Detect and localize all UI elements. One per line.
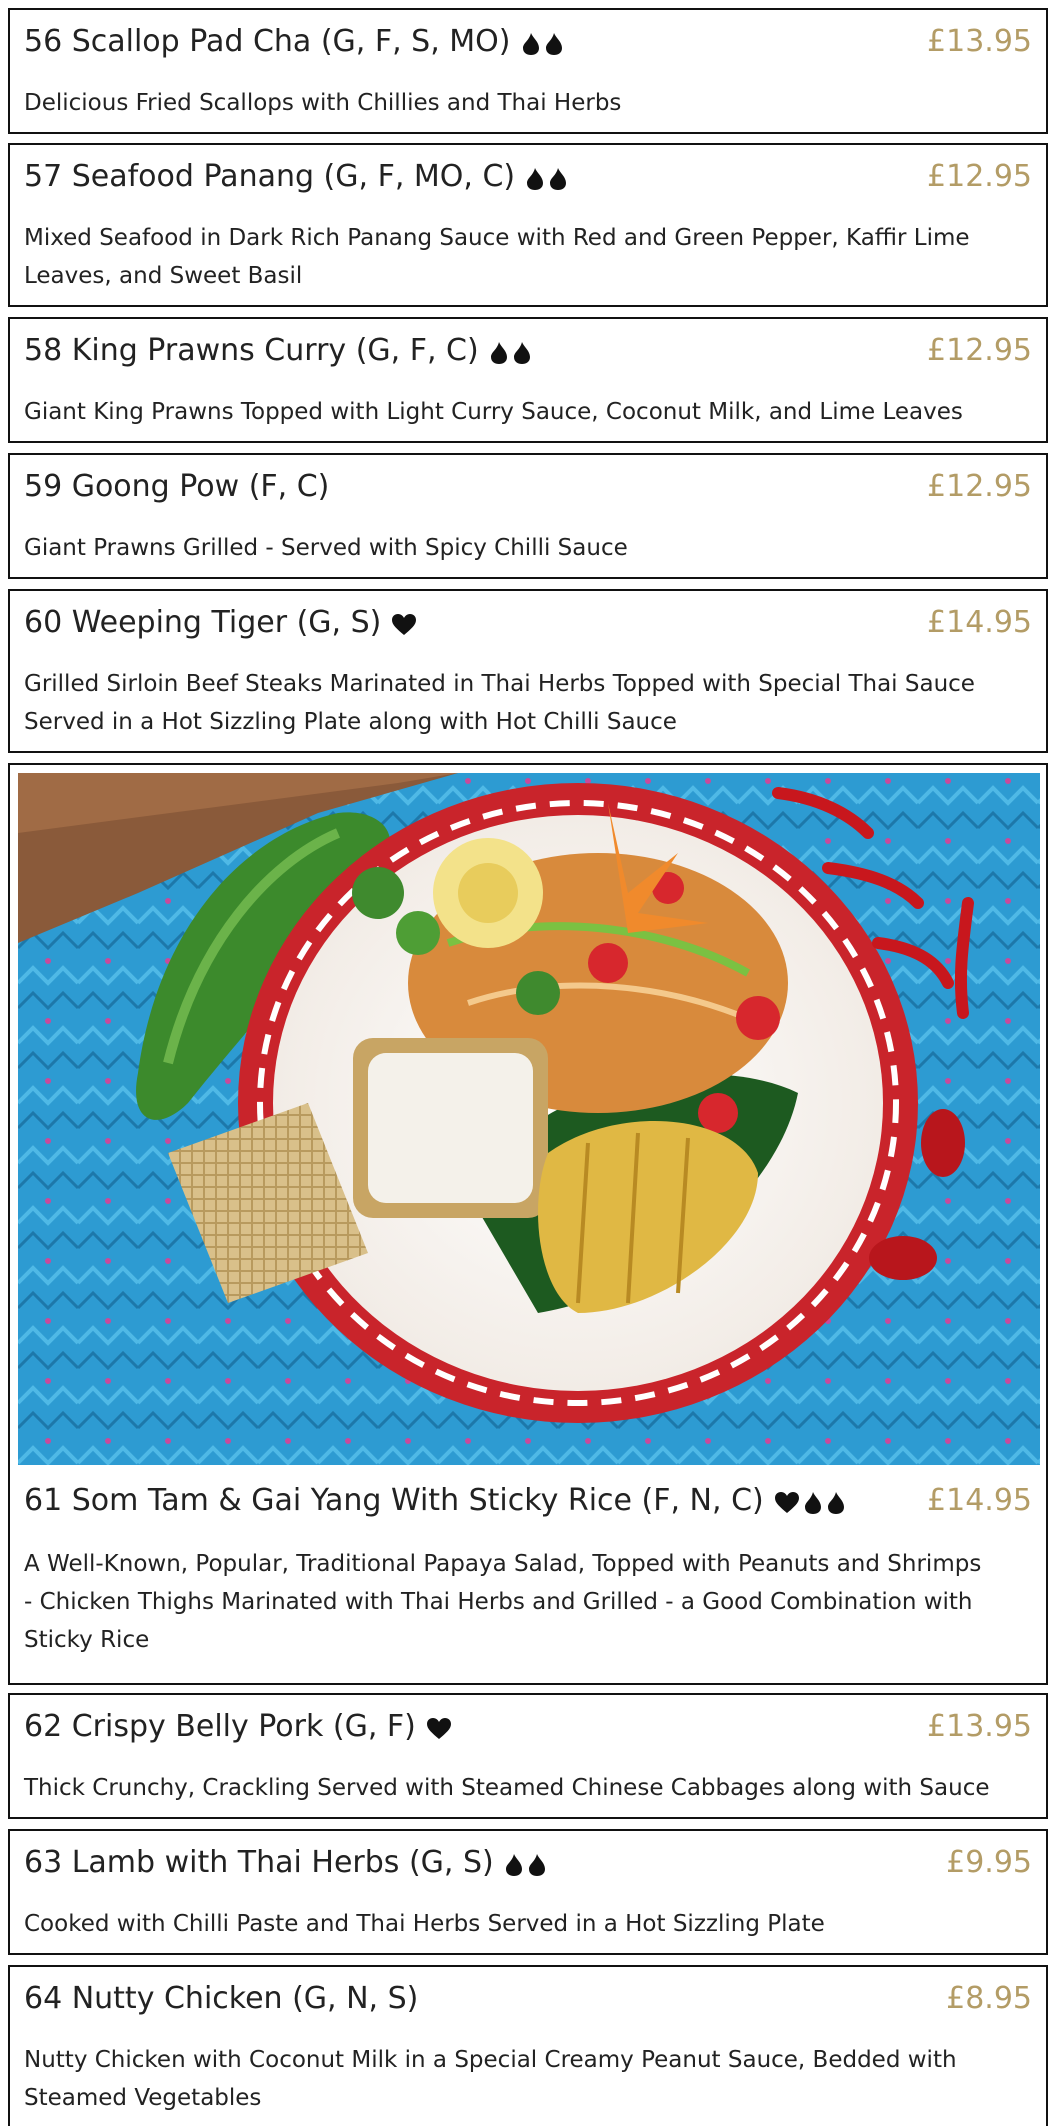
item-price: £12.95	[927, 159, 1032, 194]
item-price: £13.95	[927, 1709, 1032, 1744]
item-description: Thick Crunchy, Crackling Served with Ste…	[24, 1775, 990, 1801]
heart-icon	[392, 613, 417, 635]
chilli-icon	[545, 32, 562, 55]
item-price: £14.95	[927, 1483, 1032, 1518]
chilli-icon	[490, 341, 507, 364]
menu-item-62: 62 Crispy Belly Pork (G, F) £13.95 Thick…	[8, 1693, 1048, 1819]
chilli-icon	[513, 341, 530, 364]
chilli-icon	[522, 32, 539, 55]
menu-item-60: 60 Weeping Tiger (G, S) £14.95 Grilled S…	[8, 589, 1048, 753]
heart-icon	[774, 1491, 799, 1513]
menu-item-59: 59 Goong Pow (F, C) £12.95 Giant Prawns …	[8, 453, 1048, 579]
item-description: Mixed Seafood in Dark Rich Panang Sauce …	[24, 225, 970, 289]
item-title: 63 Lamb with Thai Herbs (G, S)	[24, 1843, 550, 1884]
item-description: Delicious Fried Scallops with Chillies a…	[24, 90, 622, 116]
chilli-icon	[827, 1491, 844, 1514]
chilli-icon	[505, 1853, 522, 1876]
item-title: 57 Seafood Panang (G, F, MO, C)	[24, 157, 571, 198]
item-title: 59 Goong Pow (F, C)	[24, 469, 330, 504]
chilli-icon	[550, 167, 567, 190]
item-price: £9.95	[946, 1845, 1032, 1880]
item-title: 58 King Prawns Curry (G, F, C)	[24, 331, 535, 372]
item-description: Giant Prawns Grilled - Served with Spicy…	[24, 535, 628, 561]
item-description: Cooked with Chilli Paste and Thai Herbs …	[24, 1911, 825, 1937]
item-title: 64 Nutty Chicken (G, N, S)	[24, 1981, 419, 2016]
item-price: £12.95	[927, 333, 1032, 368]
item-description: Nutty Chicken with Coconut Milk in a Spe…	[24, 2047, 957, 2111]
item-title: 62 Crispy Belly Pork (G, F)	[24, 1707, 455, 1748]
menu-item-63: 63 Lamb with Thai Herbs (G, S) £9.95 Coo…	[8, 1829, 1048, 1955]
menu-item-58: 58 King Prawns Curry (G, F, C) £12.95 Gi…	[8, 317, 1048, 443]
item-price: £13.95	[927, 24, 1032, 59]
item-price: £8.95	[946, 1981, 1032, 2016]
item-description: A Well-Known, Popular, Traditional Papay…	[24, 1551, 982, 1653]
menu-item-61: 61 Som Tam & Gai Yang With Sticky Rice (…	[8, 763, 1048, 1685]
item-price: £12.95	[927, 469, 1032, 504]
dish-photo	[18, 773, 1040, 1465]
item-price: £14.95	[927, 605, 1032, 640]
som-tam-dish-image	[18, 773, 1040, 1465]
item-title: 56 Scallop Pad Cha (G, F, S, MO)	[24, 22, 567, 63]
chilli-icon	[527, 167, 544, 190]
item-description: Grilled Sirloin Beef Steaks Marinated in…	[24, 671, 975, 735]
menu-item-56: 56 Scallop Pad Cha (G, F, S, MO) £13.95 …	[8, 8, 1048, 134]
item-title: 61 Som Tam & Gai Yang With Sticky Rice (…	[24, 1481, 849, 1522]
item-description: Giant King Prawns Topped with Light Curr…	[24, 399, 963, 425]
item-title: 60 Weeping Tiger (G, S)	[24, 603, 420, 644]
chilli-icon	[804, 1491, 821, 1514]
menu-item-57: 57 Seafood Panang (G, F, MO, C) £12.95 M…	[8, 143, 1048, 307]
menu-item-64: 64 Nutty Chicken (G, N, S) £8.95 Nutty C…	[8, 1965, 1048, 2126]
heart-icon	[426, 1717, 451, 1739]
chilli-icon	[528, 1853, 545, 1876]
